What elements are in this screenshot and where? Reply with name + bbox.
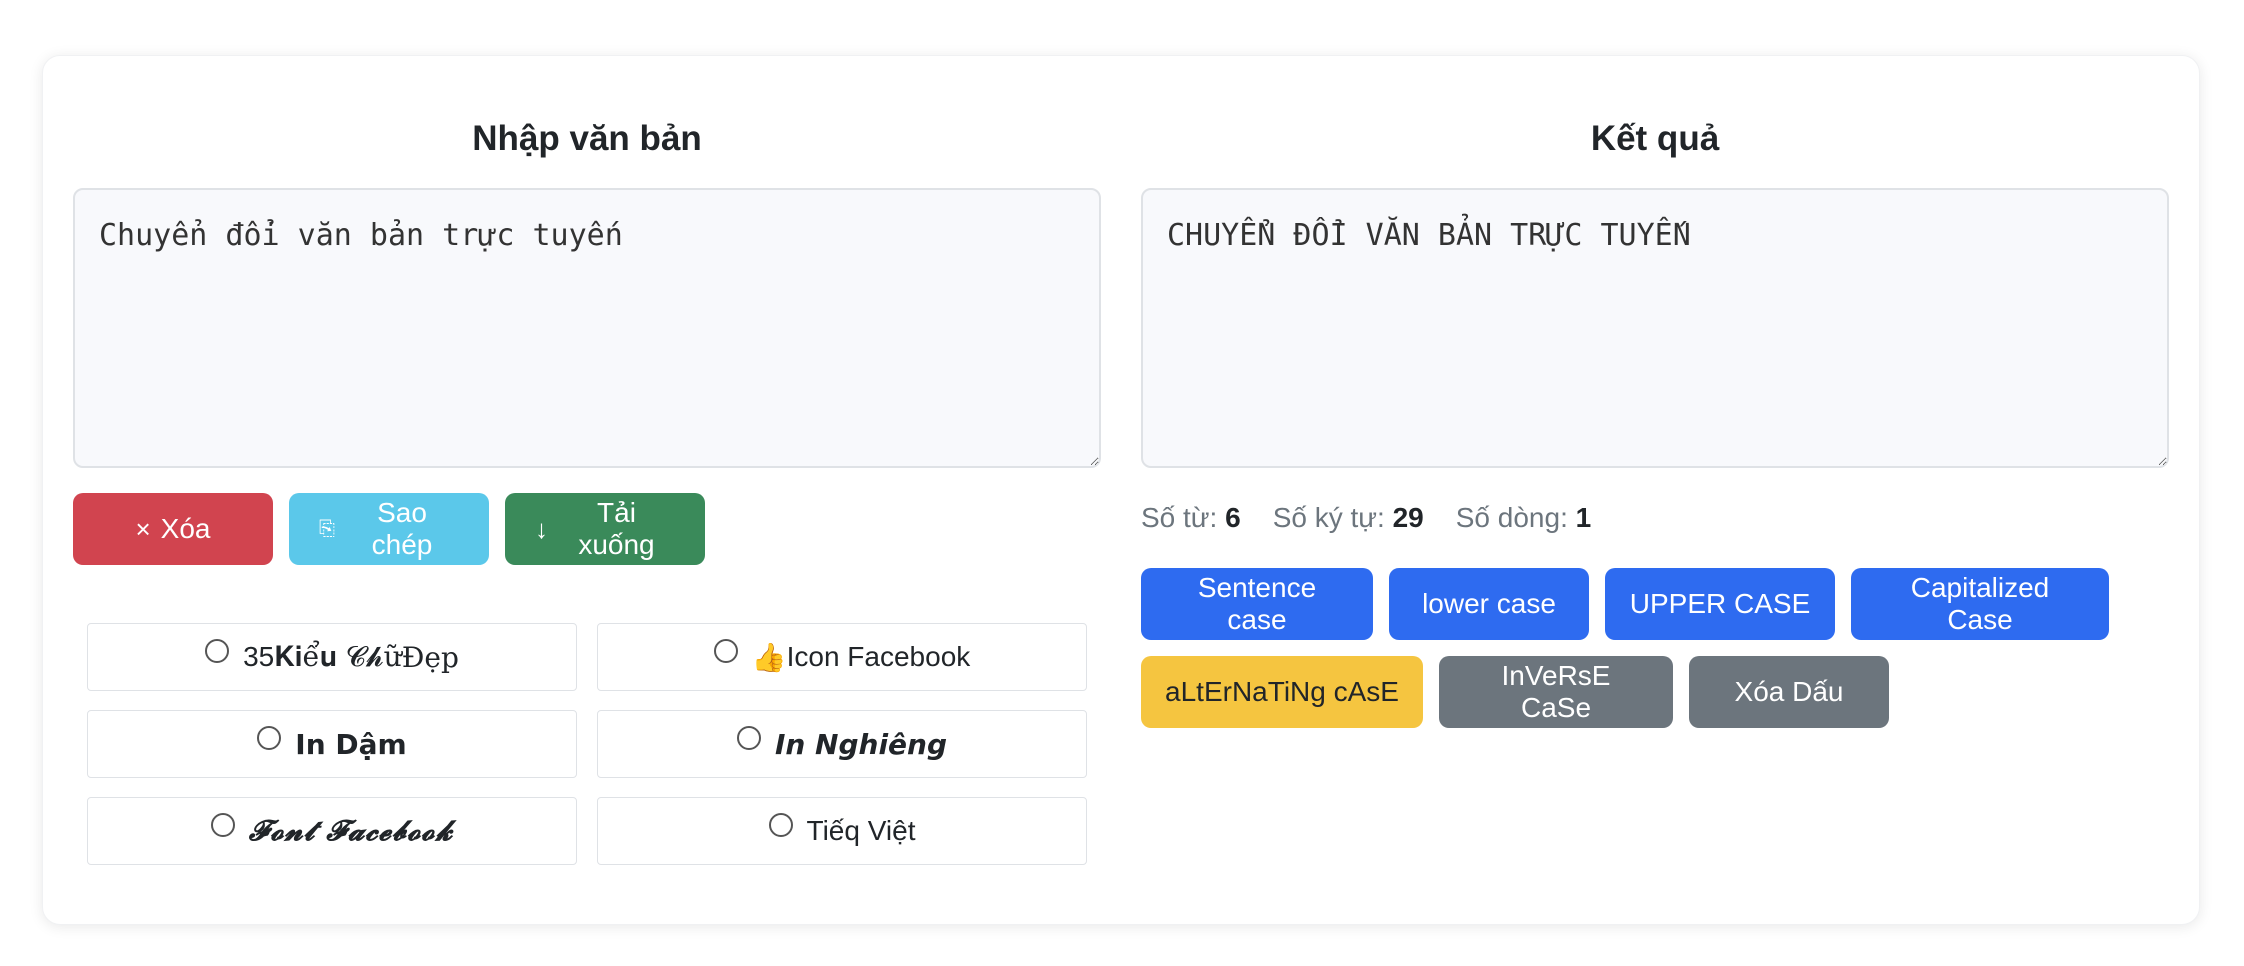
radio-button[interactable]: [768, 813, 793, 837]
style-options: 35 𝐊𝐢ể𝐮 𝓒𝓱ữ Đẹp 👍 Icon Facebook In Dậm I…: [87, 623, 1101, 865]
output-textarea[interactable]: CHUYỂN ĐỔI VĂN BẢN TRỰC TUYẾN: [1141, 188, 2169, 468]
download-button[interactable]: ↓ Tải xuống: [505, 493, 705, 565]
option-tieng-viet[interactable]: Tiếq Việt: [597, 797, 1087, 865]
remove-accents-button[interactable]: Xóa Dấu: [1689, 656, 1889, 728]
converter-card: Nhập văn bản Chuyển đổi văn bản trực tuy…: [42, 55, 2200, 925]
copy-button-label: Sao chép: [371, 497, 433, 560]
word-count: Số từ: 6: [1141, 502, 1241, 533]
option-bold[interactable]: In Dậm: [87, 710, 577, 778]
download-button-label: Tải xuống: [578, 497, 655, 560]
option-icon-facebook[interactable]: 👍 Icon Facebook: [597, 623, 1087, 691]
copy-button[interactable]: ⎘ Sao chép: [289, 493, 489, 565]
lower-case-button[interactable]: lower case: [1389, 568, 1589, 640]
radio-button[interactable]: [257, 726, 282, 750]
radio-button[interactable]: [736, 726, 761, 750]
char-count: Số ký tự: 29: [1272, 502, 1424, 533]
output-title: Kết quả: [1590, 119, 1720, 158]
thumbs-up-icon: 👍: [751, 641, 787, 673]
input-title: Nhập văn bản: [472, 119, 702, 158]
capitalized-case-button[interactable]: Capitalized Case: [1851, 568, 2109, 640]
download-icon: ↓: [535, 513, 548, 544]
option-35-fonts[interactable]: 35 𝐊𝐢ể𝐮 𝓒𝓱ữ Đẹp: [87, 623, 577, 691]
inverse-case-button[interactable]: InVeRsE CaSe: [1439, 656, 1673, 728]
output-panel: Kết quả CHUYỂN ĐỔI VĂN BẢN TRỰC TUYẾN Số…: [1141, 56, 2169, 728]
upper-case-button[interactable]: UPPER CASE: [1605, 568, 1835, 640]
input-actions: × Xóa ⎘ Sao chép ↓ Tải xuống: [73, 493, 1101, 565]
radio-button[interactable]: [205, 639, 230, 663]
option-italic[interactable]: In Nghiêng: [597, 710, 1087, 778]
sentence-case-button[interactable]: Sentence case: [1141, 568, 1373, 640]
input-textarea[interactable]: Chuyển đổi văn bản trực tuyến: [73, 188, 1101, 468]
input-panel: Nhập văn bản Chuyển đổi văn bản trực tuy…: [73, 56, 1101, 865]
radio-button[interactable]: [713, 639, 738, 663]
alternating-case-button[interactable]: aLtErNaTiNg cAsE: [1141, 656, 1423, 728]
clear-button[interactable]: × Xóa: [73, 493, 273, 565]
option-font-facebook[interactable]: 𝓕𝓸𝓷𝓽 𝓕𝓪𝓬𝓮𝓫𝓸𝓸𝓴: [87, 797, 577, 865]
case-buttons: Sentence case lower case UPPER CASE Capi…: [1141, 568, 2169, 728]
clear-button-label: Xóa: [160, 513, 211, 544]
text-stats: Số từ: 6 Số ký tự: 29 Số dòng: 1: [1141, 498, 2169, 538]
line-count: Số dòng: 1: [1455, 502, 1592, 533]
radio-button[interactable]: [210, 813, 235, 837]
copy-icon: ⎘: [319, 517, 335, 540]
close-icon: ×: [135, 513, 151, 544]
